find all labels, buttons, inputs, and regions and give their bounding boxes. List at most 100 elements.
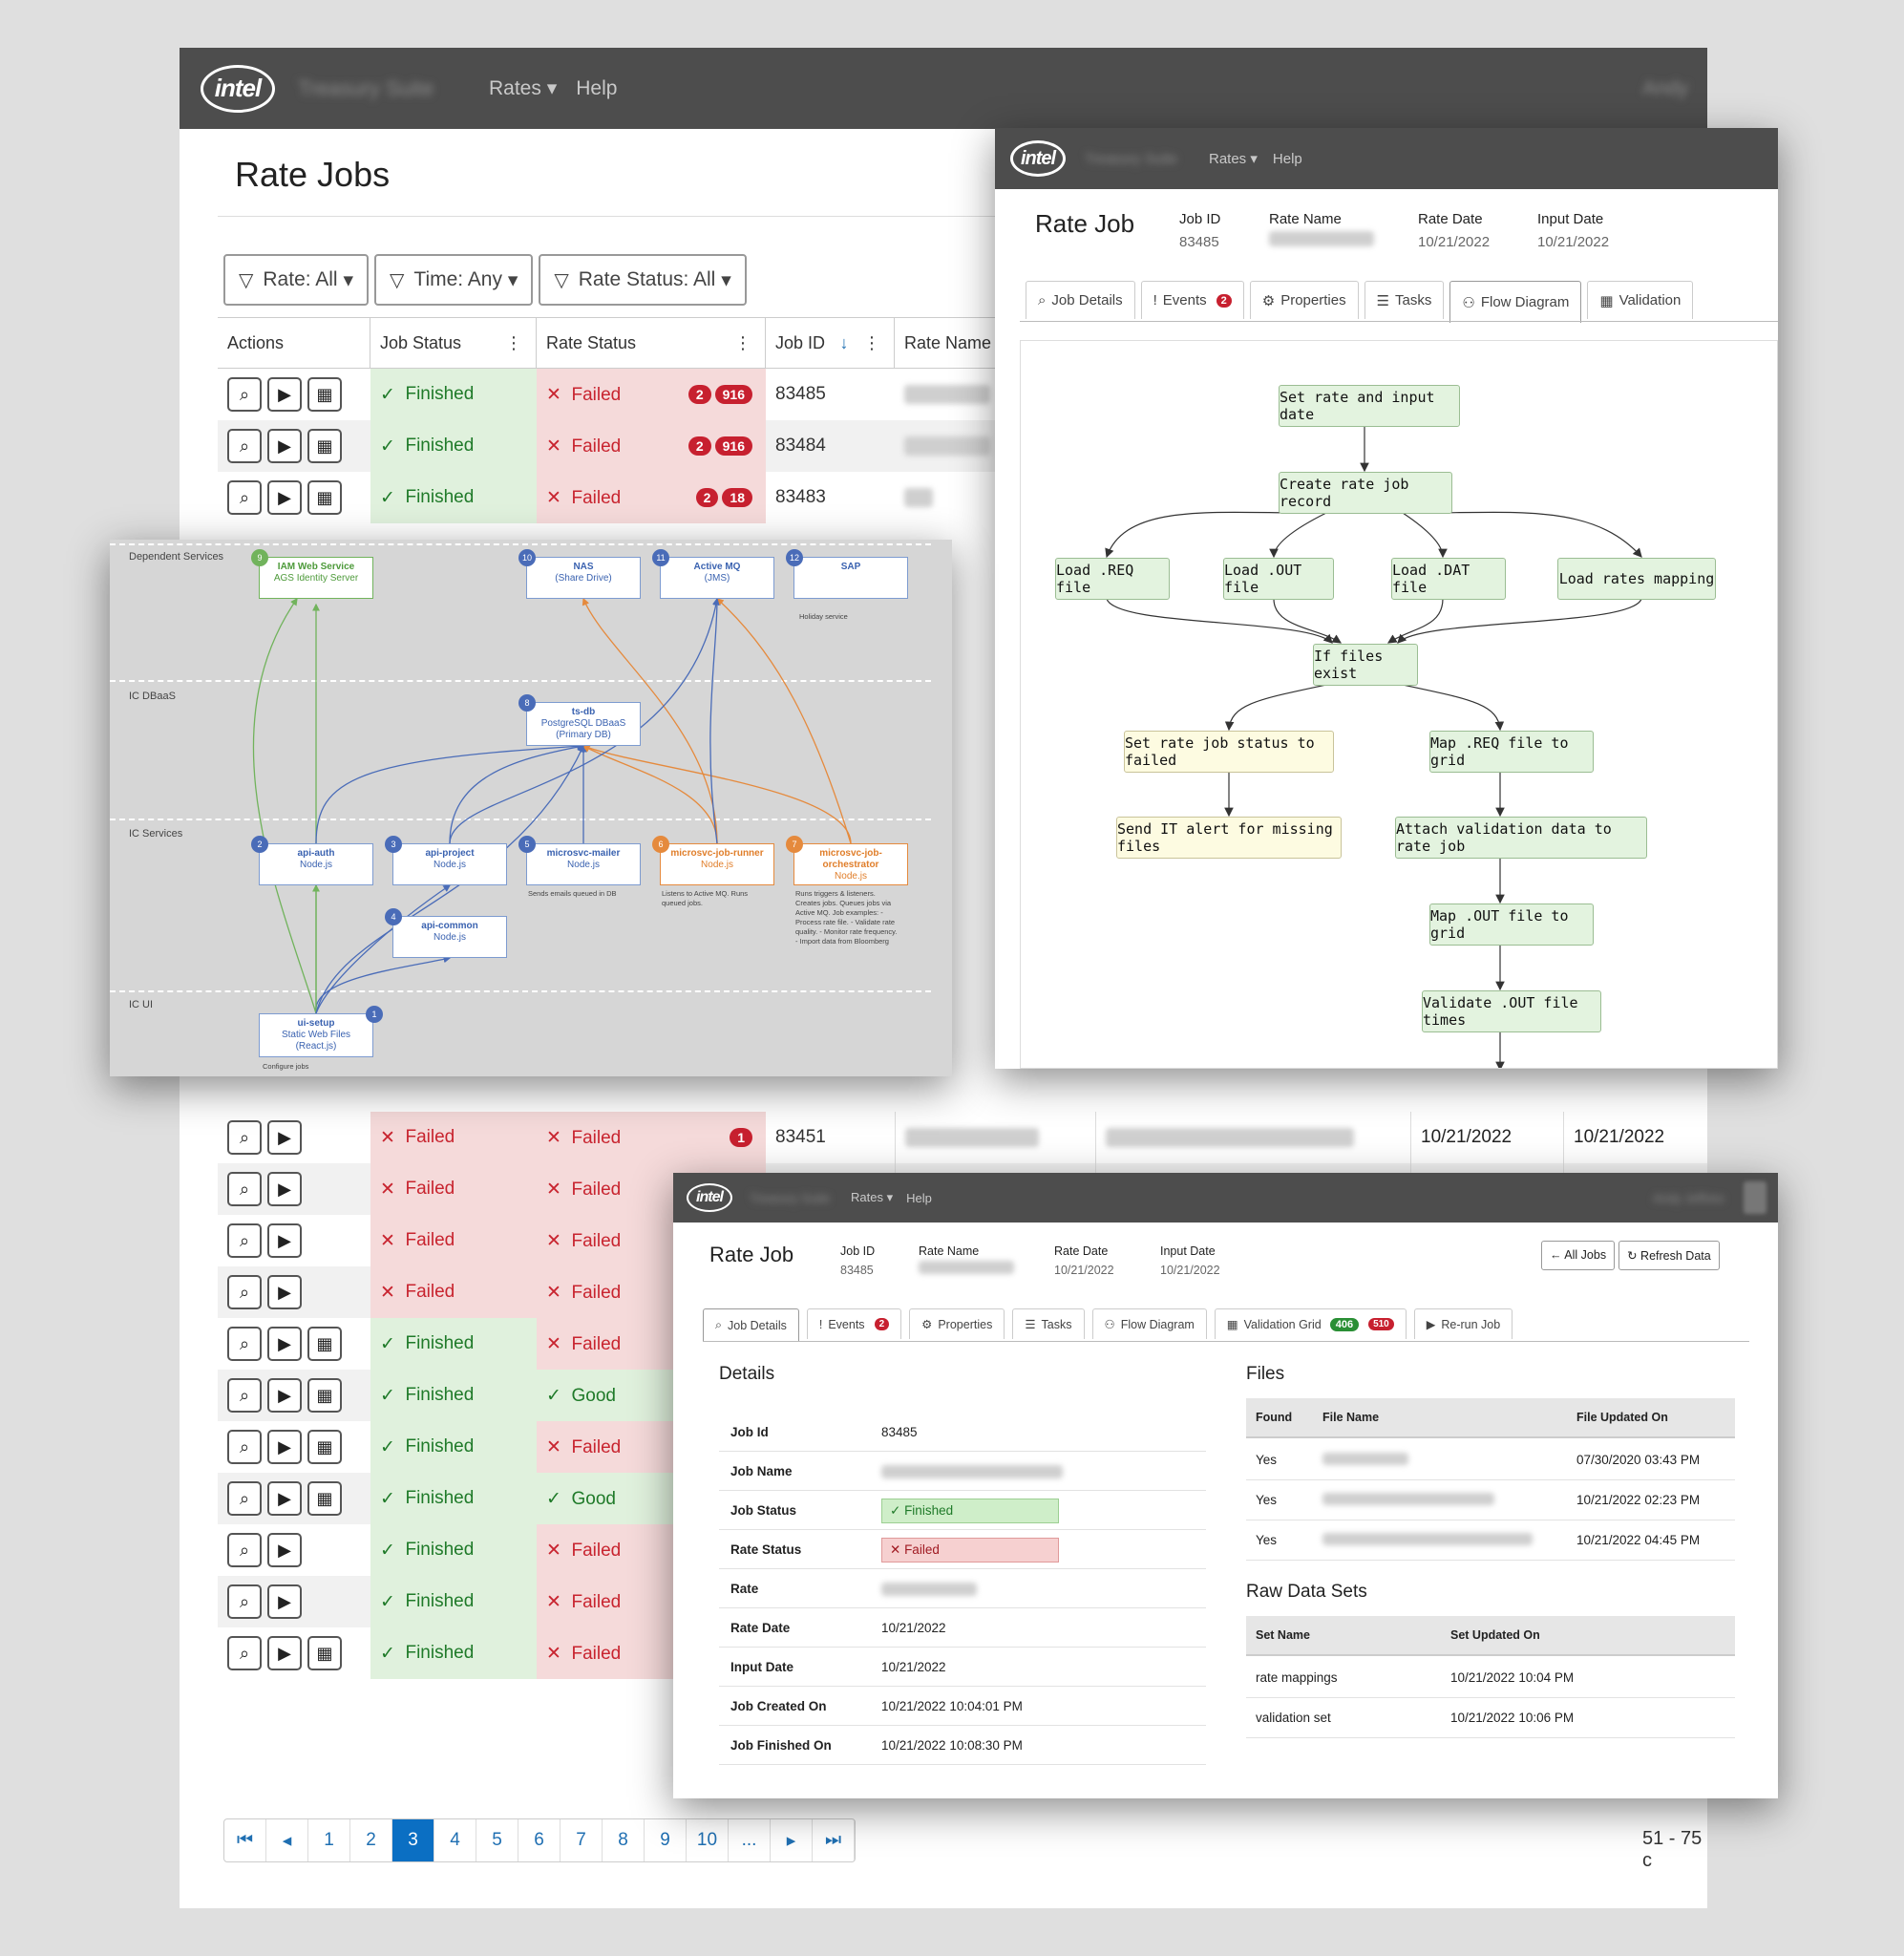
col-rate-status[interactable]: Rate Status ⋮ bbox=[537, 318, 766, 368]
page-link[interactable]: 2 bbox=[350, 1819, 392, 1861]
refresh-icon: ↻ bbox=[1627, 1249, 1638, 1263]
table-row[interactable]: ⌕ ▶ ✕ Failed ✕ Failed 1 83451 10/21/2022 10/21/… bbox=[218, 1112, 1707, 1163]
last-page-icon[interactable]: ⏭ bbox=[813, 1819, 855, 1861]
page-link[interactable]: 7 bbox=[561, 1819, 603, 1861]
tab-validation-grid[interactable]: ▦ Validation Grid 406 510 bbox=[1214, 1308, 1407, 1339]
page-link[interactable]: 1 bbox=[308, 1819, 350, 1861]
nav-help[interactable]: Help bbox=[906, 1191, 932, 1205]
kebab-icon[interactable]: ⋮ bbox=[734, 333, 751, 353]
tab-properties[interactable]: ⚙ Properties bbox=[1249, 281, 1359, 319]
play-icon[interactable]: ▶ bbox=[267, 1327, 302, 1361]
rate-status-cell: ✕ Failed1 bbox=[537, 1112, 766, 1163]
search-icon[interactable]: ⌕ bbox=[227, 1172, 262, 1206]
search-icon[interactable]: ⌕ bbox=[227, 429, 262, 463]
node-sap: SAP bbox=[793, 557, 908, 599]
search-icon[interactable]: ⌕ bbox=[227, 1481, 262, 1516]
search-icon[interactable]: ⌕ bbox=[227, 1636, 262, 1670]
tab-tasks[interactable]: ☰ Tasks bbox=[1012, 1308, 1085, 1339]
page-link[interactable]: 4 bbox=[434, 1819, 476, 1861]
play-icon[interactable]: ▶ bbox=[267, 1533, 302, 1567]
tab-events[interactable]: ! Events 2 bbox=[1140, 281, 1244, 319]
play-icon[interactable]: ▶ bbox=[267, 377, 302, 412]
prev-page-icon[interactable]: ◂ bbox=[266, 1819, 308, 1861]
tab-tasks[interactable]: ☰ Tasks bbox=[1364, 281, 1445, 319]
page-link[interactable]: 10 bbox=[687, 1819, 729, 1861]
rate-status-filter[interactable]: ▽ Rate Status: All ▾ bbox=[539, 254, 747, 306]
play-icon[interactable]: ▶ bbox=[267, 1636, 302, 1670]
grid-icon[interactable]: ▦ bbox=[307, 1481, 342, 1516]
col-job-id[interactable]: Job ID ↓ ⋮ bbox=[766, 318, 895, 368]
play-icon[interactable]: ▶ bbox=[267, 1430, 302, 1464]
search-icon[interactable]: ⌕ bbox=[227, 1275, 262, 1309]
next-page-icon[interactable]: ▸ bbox=[771, 1819, 813, 1861]
grid-icon[interactable]: ▦ bbox=[307, 1378, 342, 1413]
nav-help[interactable]: Help bbox=[1273, 151, 1302, 167]
rate-filter[interactable]: ▽ Rate: All ▾ bbox=[223, 254, 369, 306]
row-actions: ⌕ ▶ bbox=[218, 1215, 370, 1266]
grid-icon[interactable]: ▦ bbox=[307, 1327, 342, 1361]
play-icon[interactable]: ▶ bbox=[267, 1120, 302, 1155]
page-title: Rate Job bbox=[709, 1243, 794, 1266]
page-link[interactable]: 9 bbox=[645, 1819, 687, 1861]
tab-rerun-job[interactable]: ▶ Re-run Job bbox=[1413, 1308, 1513, 1339]
flow-canvas: Set rate and input date Create rate job … bbox=[1020, 340, 1778, 1069]
tab-properties[interactable]: ⚙ Properties bbox=[909, 1308, 1005, 1339]
node-number: 11 bbox=[652, 549, 669, 566]
play-icon[interactable]: ▶ bbox=[267, 1275, 302, 1309]
user-name[interactable]: Andy bbox=[1642, 77, 1688, 100]
play-icon[interactable]: ▶ bbox=[267, 1172, 302, 1206]
kebab-icon[interactable]: ⋮ bbox=[863, 333, 880, 353]
kebab-icon[interactable]: ⋮ bbox=[505, 333, 522, 353]
play-icon[interactable]: ▶ bbox=[267, 1584, 302, 1619]
nav-rates[interactable]: Rates ▾ bbox=[1209, 150, 1258, 167]
nav-rates[interactable]: Rates ▾ bbox=[489, 76, 557, 100]
job-status-cell: ✕ Failed bbox=[370, 1163, 537, 1215]
tab-job-details[interactable]: ⌕ Job Details bbox=[1026, 281, 1135, 319]
job-status-cell: ✓ Finished bbox=[370, 1627, 537, 1679]
page-link[interactable]: ... bbox=[729, 1819, 771, 1861]
search-icon[interactable]: ⌕ bbox=[227, 1378, 262, 1413]
search-icon[interactable]: ⌕ bbox=[227, 1430, 262, 1464]
page-link[interactable]: 8 bbox=[603, 1819, 645, 1861]
play-icon[interactable]: ▶ bbox=[267, 429, 302, 463]
search-icon[interactable]: ⌕ bbox=[227, 1533, 262, 1567]
search-icon[interactable]: ⌕ bbox=[227, 1223, 262, 1258]
play-icon[interactable]: ▶ bbox=[267, 480, 302, 515]
search-icon[interactable]: ⌕ bbox=[227, 377, 262, 412]
user-name[interactable]: Andy Jeffries bbox=[1653, 1191, 1724, 1205]
nav-help[interactable]: Help bbox=[576, 77, 617, 100]
play-icon[interactable]: ▶ bbox=[267, 1223, 302, 1258]
refresh-data-button[interactable]: ↻ Refresh Data bbox=[1618, 1241, 1720, 1270]
time-filter[interactable]: ▽ Time: Any ▾ bbox=[374, 254, 534, 306]
grid-icon[interactable]: ▦ bbox=[307, 429, 342, 463]
status-badge: ✓ Finished bbox=[881, 1498, 1059, 1523]
job-status-cell: ✕ Failed bbox=[370, 1266, 537, 1318]
tab-validation[interactable]: ▦ Validation bbox=[1587, 281, 1694, 319]
all-jobs-button[interactable]: ← All Jobs bbox=[1541, 1241, 1616, 1270]
sort-down-icon[interactable]: ↓ bbox=[840, 333, 849, 353]
row-actions: ⌕ ▶ bbox=[218, 1266, 370, 1318]
page-link-current[interactable]: 3 bbox=[392, 1819, 434, 1861]
tab-events[interactable]: ! Events 2 bbox=[806, 1308, 902, 1339]
node-number: 9 bbox=[251, 549, 268, 566]
search-icon[interactable]: ⌕ bbox=[227, 1327, 262, 1361]
col-job-status[interactable]: Job Status ⋮ bbox=[370, 318, 537, 368]
play-icon[interactable]: ▶ bbox=[267, 1378, 302, 1413]
grid-icon[interactable]: ▦ bbox=[307, 377, 342, 412]
grid-icon[interactable]: ▦ bbox=[307, 1430, 342, 1464]
first-page-icon[interactable]: ⏮ bbox=[224, 1819, 266, 1861]
page-link[interactable]: 5 bbox=[476, 1819, 518, 1861]
tab-flow-diagram[interactable]: ⚇ Flow Diagram bbox=[1449, 281, 1582, 323]
search-icon[interactable]: ⌕ bbox=[227, 480, 262, 515]
grid-icon[interactable]: ▦ bbox=[307, 1636, 342, 1670]
search-icon[interactable]: ⌕ bbox=[227, 1120, 262, 1155]
play-icon[interactable]: ▶ bbox=[267, 1481, 302, 1516]
tab-job-details[interactable]: ⌕ Job Details bbox=[703, 1308, 799, 1341]
grid-icon[interactable]: ▦ bbox=[307, 480, 342, 515]
tab-flow-diagram[interactable]: ⚇ Flow Diagram bbox=[1091, 1308, 1207, 1339]
page-link[interactable]: 6 bbox=[518, 1819, 561, 1861]
detail-row: Job Id 83485 bbox=[719, 1414, 1206, 1452]
nav-rates[interactable]: Rates ▾ bbox=[851, 1190, 893, 1205]
search-icon[interactable]: ⌕ bbox=[227, 1584, 262, 1619]
avatar[interactable] bbox=[1744, 1181, 1766, 1214]
